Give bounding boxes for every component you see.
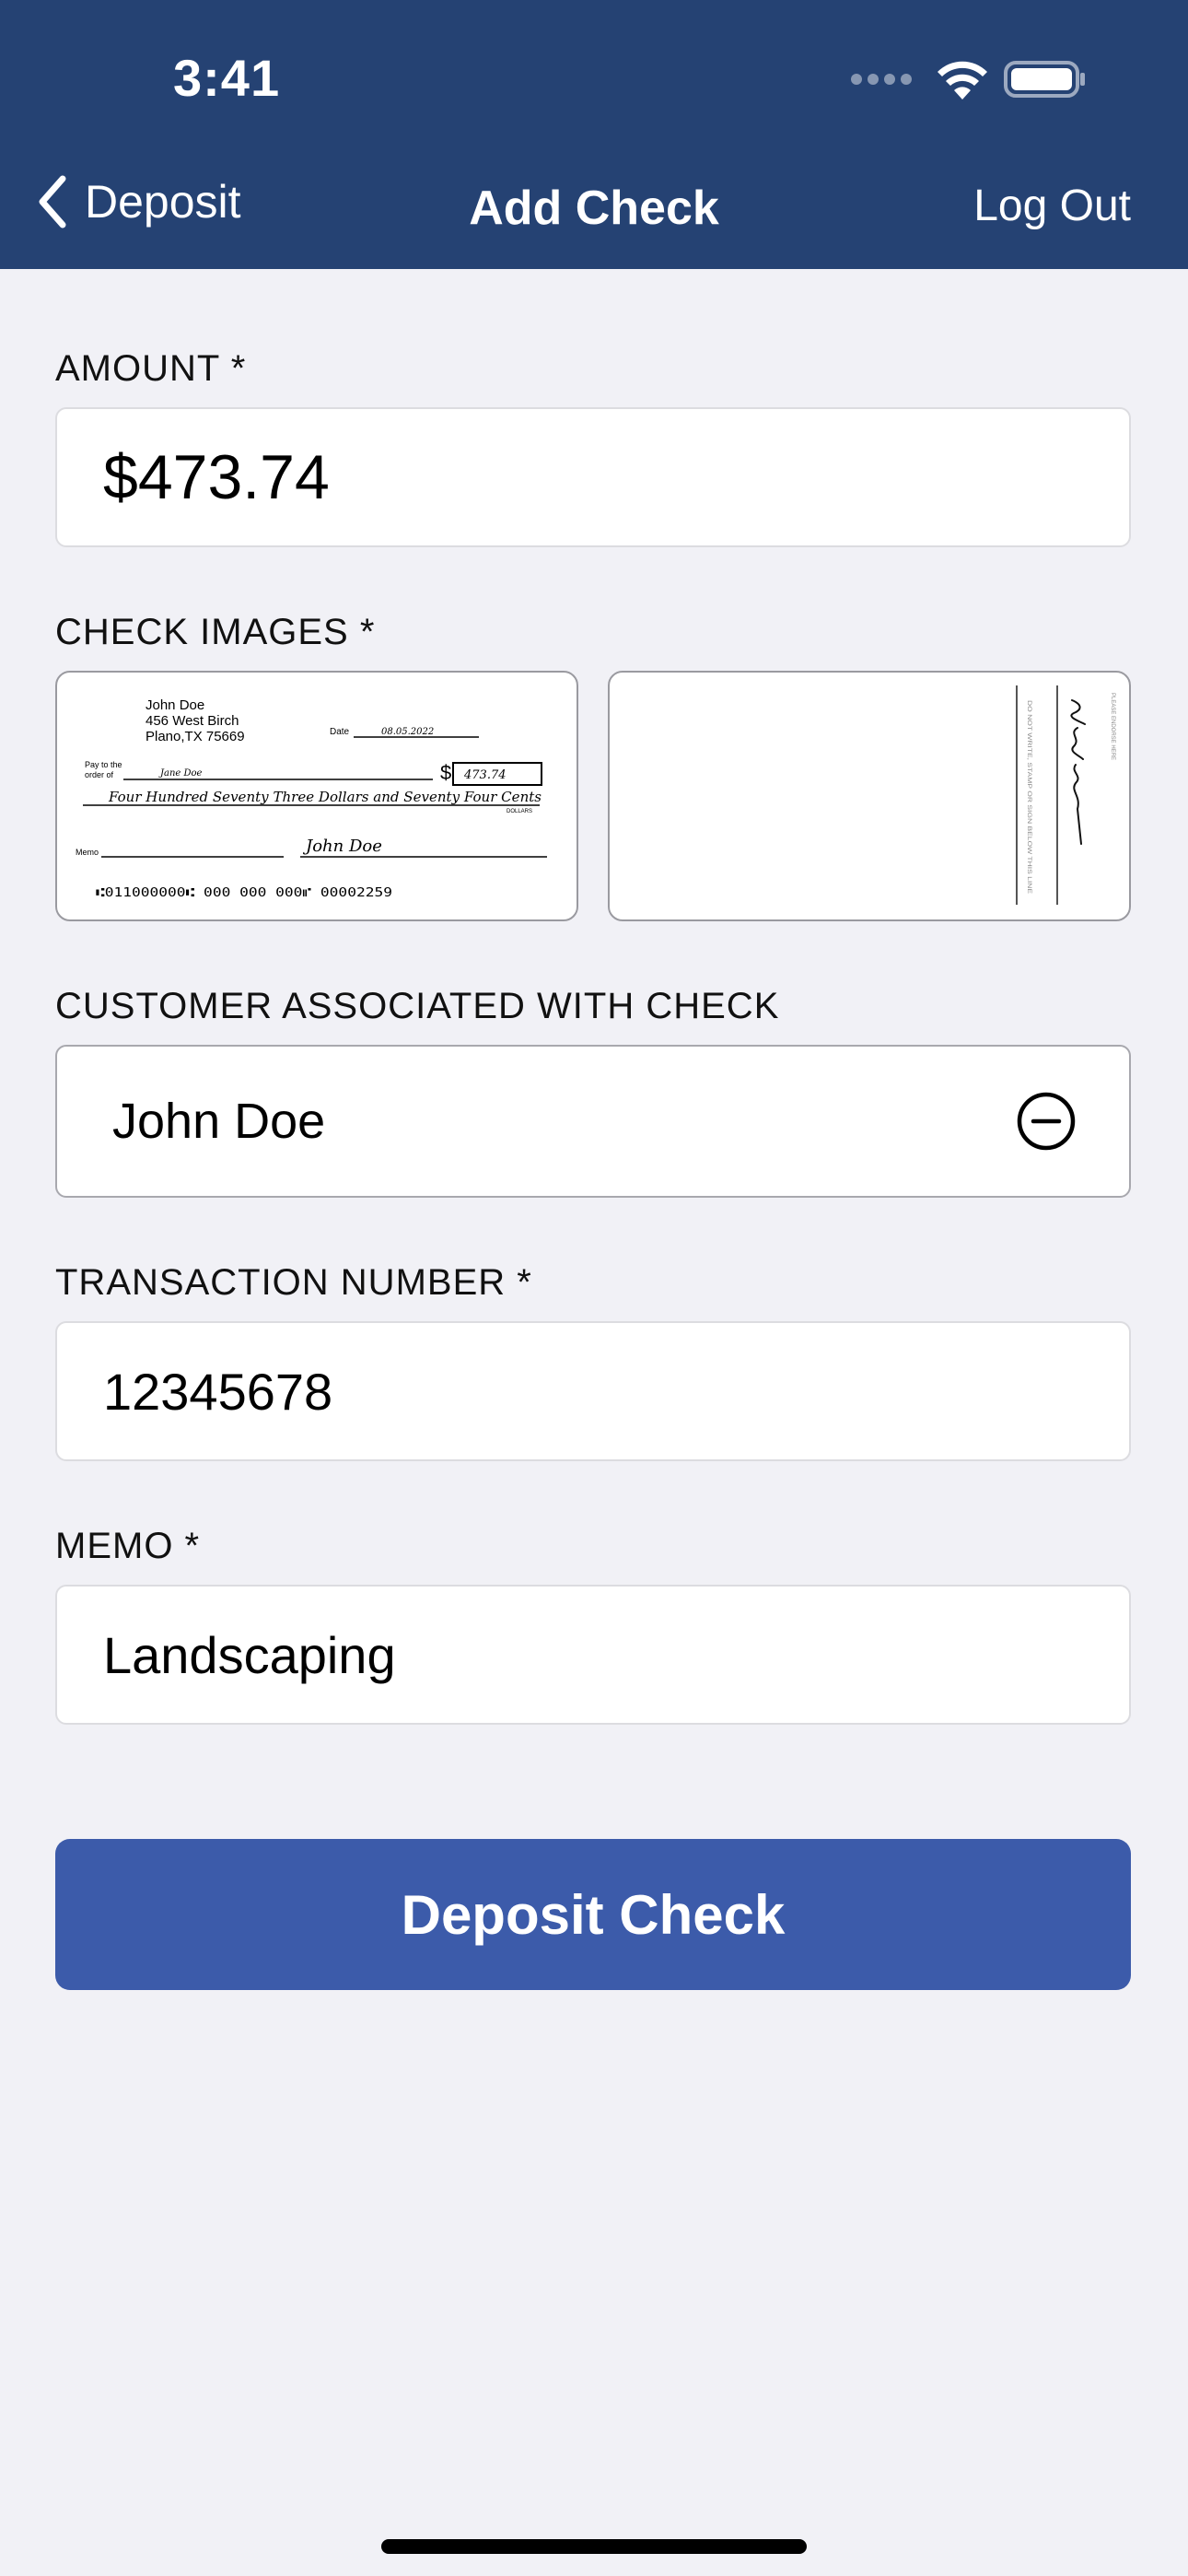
check-images-label: CHECK IMAGES * [55, 612, 376, 652]
status-indicators [851, 59, 1087, 100]
check-front-dollar-sign: $ [440, 761, 451, 784]
transaction-number-field[interactable]: 12345678 [55, 1321, 1131, 1461]
wifi-icon [938, 61, 987, 100]
logout-button[interactable]: Log Out [973, 181, 1131, 231]
memo-label: MEMO * [55, 1526, 201, 1566]
transaction-number-label: TRANSACTION NUMBER * [55, 1262, 532, 1303]
remove-circle-icon[interactable] [1017, 1092, 1076, 1151]
check-front-drawing: John Doe 456 West Birch Plano,TX 75669 D… [76, 697, 547, 900]
check-front-address2: Plano,TX 75669 [146, 729, 245, 744]
check-front-written-amount: Four Hundred Seventy Three Dollars and S… [108, 789, 542, 805]
amount-label: AMOUNT * [55, 348, 247, 389]
check-front-payee: Jane Doe [158, 768, 203, 779]
check-front-address1: 456 West Birch [146, 713, 239, 729]
amount-field[interactable]: $473.74 [55, 407, 1131, 547]
amount-value: $473.74 [103, 442, 330, 512]
navigation-header: 3:41 Deposit Add Check Log Out [0, 0, 1188, 269]
status-time: 3:41 [173, 49, 281, 107]
check-front-signature: John Doe [302, 837, 382, 856]
check-front-name: John Doe [146, 697, 204, 713]
check-front-payto-1: Pay to the [85, 760, 122, 769]
check-front-amount-box: 473.74 [463, 768, 507, 782]
page-title: Add Check [469, 181, 719, 235]
check-back-endorse-text: PLEASE ENDORSE HERE [1110, 693, 1115, 760]
memo-value: Landscaping [103, 1625, 396, 1684]
back-button-label: Deposit [85, 176, 241, 228]
check-front-micr: ⑆011000000⑆ 000 000 000⑈ 00002259 [96, 886, 392, 900]
customer-value: John Doe [112, 1094, 326, 1149]
chevron-left-icon [39, 175, 66, 228]
battery-icon [1004, 61, 1085, 98]
check-front-date-label: Date [330, 727, 350, 737]
check-front-payto-2: order of [85, 770, 114, 779]
check-front-date: 08.05.2022 [381, 727, 434, 737]
check-front-memo-label: Memo [76, 848, 99, 857]
check-front-image[interactable]: John Doe 456 West Birch Plano,TX 75669 D… [55, 671, 578, 921]
check-front-dollars-label: DOLLARS [507, 809, 532, 814]
home-indicator[interactable] [381, 2539, 807, 2554]
cellular-signal-icon [851, 74, 912, 85]
memo-field[interactable]: Landscaping [55, 1585, 1131, 1725]
transaction-number-value: 12345678 [103, 1362, 333, 1421]
customer-label: CUSTOMER ASSOCIATED WITH CHECK [55, 986, 780, 1026]
deposit-check-button[interactable]: Deposit Check [55, 1839, 1131, 1990]
check-back-drawing: DO NOT WRITE, STAMP OR SIGN BELOW THIS L… [1016, 685, 1115, 905]
check-back-image[interactable]: DO NOT WRITE, STAMP OR SIGN BELOW THIS L… [608, 671, 1131, 921]
customer-field[interactable]: John Doe [55, 1045, 1131, 1198]
check-back-restriction-text: DO NOT WRITE, STAMP OR SIGN BELOW THIS L… [1026, 700, 1031, 894]
endorsement-signature [1070, 699, 1086, 845]
back-button[interactable]: Deposit [37, 175, 241, 228]
